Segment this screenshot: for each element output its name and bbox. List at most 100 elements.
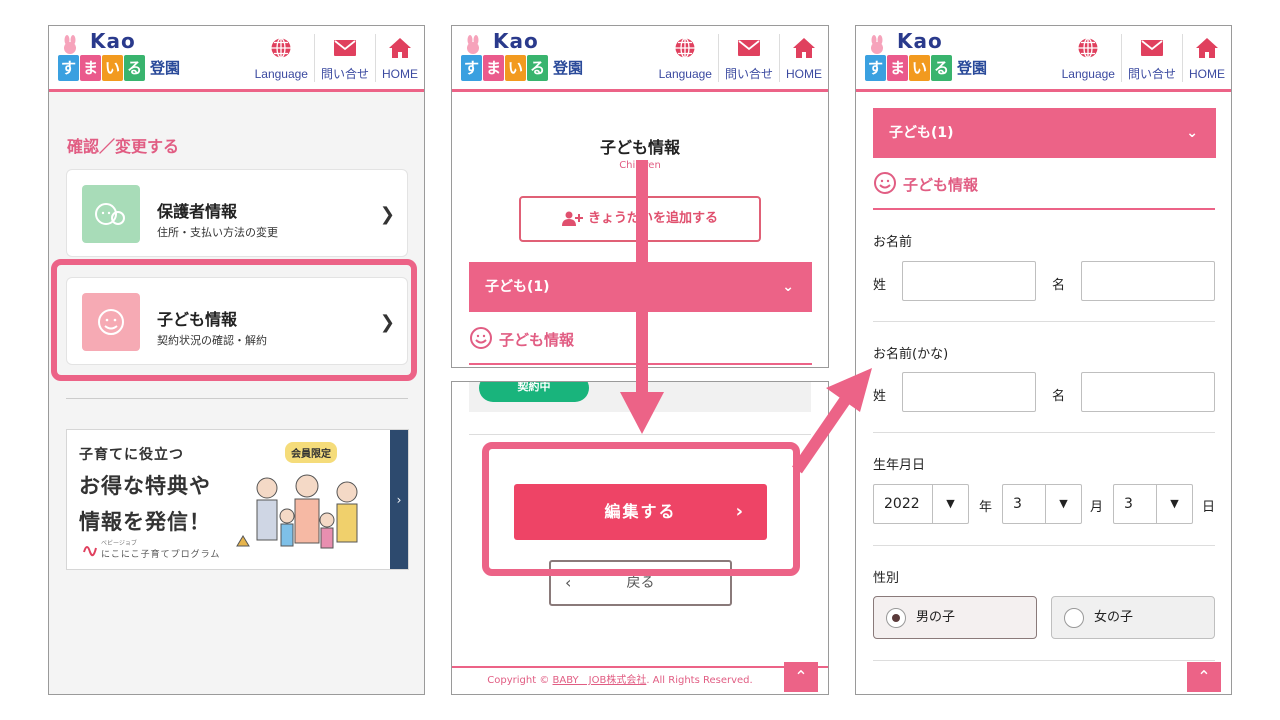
site-header: Kao す ま い る 登園 Language 問い合せ HOME	[856, 26, 1231, 92]
header-nav: Language 問い合せ HOME	[653, 34, 828, 82]
nav-contact[interactable]: 問い合せ	[1120, 34, 1182, 82]
footer-copyright: Copyright © BABY JOB株式会社. All Rights Res…	[452, 666, 828, 694]
site-logo[interactable]: Kao す ま い る 登園	[58, 29, 208, 89]
birth-month-value: 3	[1013, 496, 1022, 512]
logo-char: す	[58, 55, 79, 81]
banner-line2: お得な特典や	[79, 474, 211, 498]
logo-kao: Kao	[897, 29, 943, 53]
page-subtitle: Children	[619, 160, 661, 171]
logo-blocks: す ま い る 登園	[865, 55, 987, 81]
heading-underline	[873, 208, 1215, 210]
guardian-info-card[interactable]: 保護者情報 住所・支払い方法の変更 ❯	[66, 169, 408, 257]
birth-label: 生年月日	[873, 458, 926, 473]
nav-language[interactable]: Language	[1056, 34, 1121, 82]
gender-boy-radio[interactable]: 男の子	[873, 596, 1037, 639]
divider	[873, 321, 1215, 322]
caret-down-icon: ▼	[1156, 485, 1192, 523]
panel-child-list-bottom: 契約中 編集する › ‹ 戻る Copyright © BABY JOB株式会社…	[451, 381, 829, 695]
divider	[873, 545, 1215, 546]
highlight-frame	[51, 259, 417, 381]
mail-icon	[1140, 40, 1163, 56]
divider	[873, 432, 1215, 433]
nav-home[interactable]: HOME	[779, 34, 828, 82]
logo-char: い	[102, 55, 123, 81]
nav-contact[interactable]: 問い合せ	[313, 34, 375, 82]
bunny-icon	[871, 35, 883, 54]
logo-kao: Kao	[493, 29, 539, 53]
footer-company-link[interactable]: BABY JOB株式会社	[553, 675, 647, 686]
nav-language[interactable]: Language	[249, 34, 314, 82]
home-icon	[793, 38, 815, 58]
nav-contact[interactable]: 問い合せ	[717, 34, 779, 82]
first-name-input[interactable]	[1081, 261, 1215, 301]
month-unit: 月	[1090, 500, 1104, 515]
nav-home-label: HOME	[786, 67, 822, 81]
scroll-top-button[interactable]: ⌃	[1187, 662, 1221, 692]
mail-icon	[333, 40, 356, 56]
last-name-input[interactable]	[902, 261, 1036, 301]
add-sibling-label: きょうだいを追加する	[587, 211, 718, 226]
add-user-icon	[561, 211, 583, 226]
scroll-top-button[interactable]: ⌃	[784, 662, 818, 692]
home-icon	[389, 38, 411, 58]
banner-line1: 子育てに役立つ	[79, 447, 184, 463]
globe-icon	[1078, 37, 1098, 59]
banner-line3: 情報を発信！	[79, 510, 211, 534]
nav-home[interactable]: HOME	[1182, 34, 1231, 82]
gender-girl-radio[interactable]: 女の子	[1051, 596, 1215, 639]
kana-last-label: 姓	[873, 389, 887, 404]
logo-char: る	[527, 55, 548, 81]
banner-program: にこにこ子育てプログラム	[101, 550, 221, 560]
highlight-frame	[482, 442, 800, 576]
panel-child-list-top: Kao す ま い る 登園 Language 問い合せ HOME 子ども情報 …	[451, 25, 829, 368]
chevron-down-icon: ⌄	[1186, 125, 1198, 141]
child-accordion[interactable]: 子ども(1) ⌄	[469, 262, 812, 312]
logo-kao: Kao	[90, 29, 136, 53]
site-logo[interactable]: Kao す ま い る 登園	[865, 29, 1015, 89]
birth-day-select[interactable]: 3 ▼	[1113, 484, 1193, 524]
heading-underline	[469, 363, 812, 365]
logo-char: ま	[80, 55, 101, 81]
nav-home-label: HOME	[382, 67, 418, 81]
banner-ruby: ベビージョブ	[101, 540, 137, 547]
kana-first-label: 名	[1052, 389, 1066, 404]
child-info-heading: 子ども情報	[499, 331, 575, 349]
header-nav: Language 問い合せ HOME	[249, 34, 424, 82]
kana-first-input[interactable]	[1081, 372, 1215, 412]
last-name-label: 姓	[873, 278, 887, 293]
nav-contact-label: 問い合せ	[1127, 67, 1176, 81]
site-logo[interactable]: Kao す ま い る 登園	[461, 29, 611, 89]
nav-language-label: Language	[1061, 67, 1115, 81]
name-label: お名前	[873, 235, 913, 250]
card-title: 保護者情報	[157, 202, 238, 221]
birth-year-select[interactable]: 2022 ▼	[873, 484, 969, 524]
nav-language[interactable]: Language	[653, 34, 718, 82]
nav-home[interactable]: HOME	[375, 34, 424, 82]
logo-suffix: 登園	[150, 59, 181, 77]
nav-contact-label: 問い合せ	[320, 67, 369, 81]
caret-down-icon: ▼	[1045, 485, 1081, 523]
add-sibling-button[interactable]: きょうだいを追加する	[519, 196, 761, 242]
kana-last-input[interactable]	[902, 372, 1036, 412]
gender-boy-label: 男の子	[916, 610, 956, 625]
globe-icon	[675, 37, 695, 59]
logo-char: い	[909, 55, 930, 81]
bunny-icon	[467, 35, 479, 54]
program-banner[interactable]: 子育てに役立つ お得な特典や 情報を発信！ 会員限定 ベビージョブ にこにこ子育…	[66, 429, 409, 570]
site-header: Kao す ま い る 登園 Language 問い合せ HOME	[452, 26, 828, 92]
back-button-label: 戻る	[626, 575, 655, 591]
mail-icon	[737, 40, 760, 56]
status-badge: 契約中	[479, 382, 589, 402]
day-unit: 日	[1202, 500, 1216, 515]
header-nav: Language 問い合せ HOME	[1056, 34, 1231, 82]
child-face-icon	[470, 327, 492, 349]
birth-month-select[interactable]: 3 ▼	[1002, 484, 1082, 524]
divider	[66, 398, 408, 399]
nav-language-label: Language	[254, 67, 308, 81]
home-icon	[1196, 38, 1218, 58]
section-title: 確認／変更する	[67, 137, 180, 156]
child-accordion[interactable]: 子ども(1) ⌄	[873, 108, 1216, 158]
logo-char: い	[505, 55, 526, 81]
nav-contact-label: 問い合せ	[724, 67, 773, 81]
banner-next-icon[interactable]: ›	[390, 430, 408, 569]
